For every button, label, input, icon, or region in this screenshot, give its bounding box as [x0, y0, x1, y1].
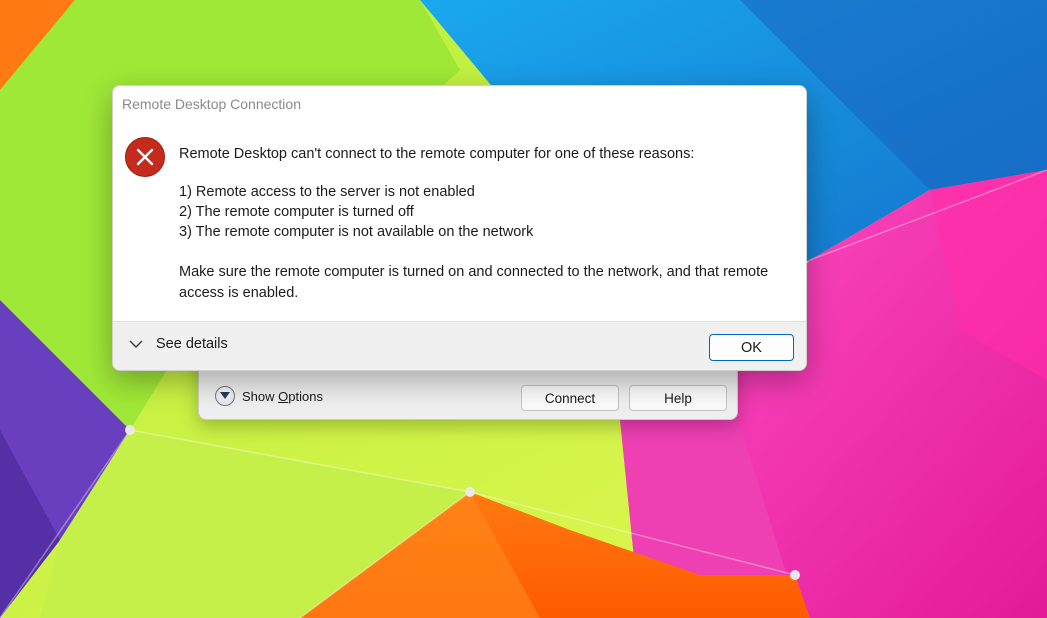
chevron-down-icon — [129, 340, 143, 348]
advice-text-line1: Make sure the remote computer is turned … — [179, 264, 769, 280]
reason-item: 2) The remote computer is turned off — [179, 204, 414, 220]
see-details-toggle[interactable]: See details — [129, 336, 228, 352]
advice-text-line2: access is enabled. — [179, 285, 299, 301]
connect-button[interactable]: Connect — [521, 385, 619, 411]
show-options-label: Show Options — [242, 388, 323, 404]
dialog-title: Remote Desktop Connection — [122, 96, 301, 112]
ok-button[interactable]: OK — [709, 334, 794, 361]
see-details-label: See details — [156, 336, 228, 352]
chevron-down-circle-icon — [215, 386, 235, 406]
help-button[interactable]: Help — [629, 385, 727, 411]
dialog-footer: See details OK — [113, 321, 806, 370]
error-dialog: Remote Desktop Connection Remote Desktop… — [112, 85, 807, 371]
reason-item: 3) The remote computer is not available … — [179, 224, 534, 240]
show-options-toggle[interactable]: Show Options — [215, 386, 323, 406]
reason-item: 1) Remote access to the server is not en… — [179, 184, 475, 200]
error-message-intro: Remote Desktop can't connect to the remo… — [179, 146, 695, 162]
error-icon — [125, 137, 165, 177]
